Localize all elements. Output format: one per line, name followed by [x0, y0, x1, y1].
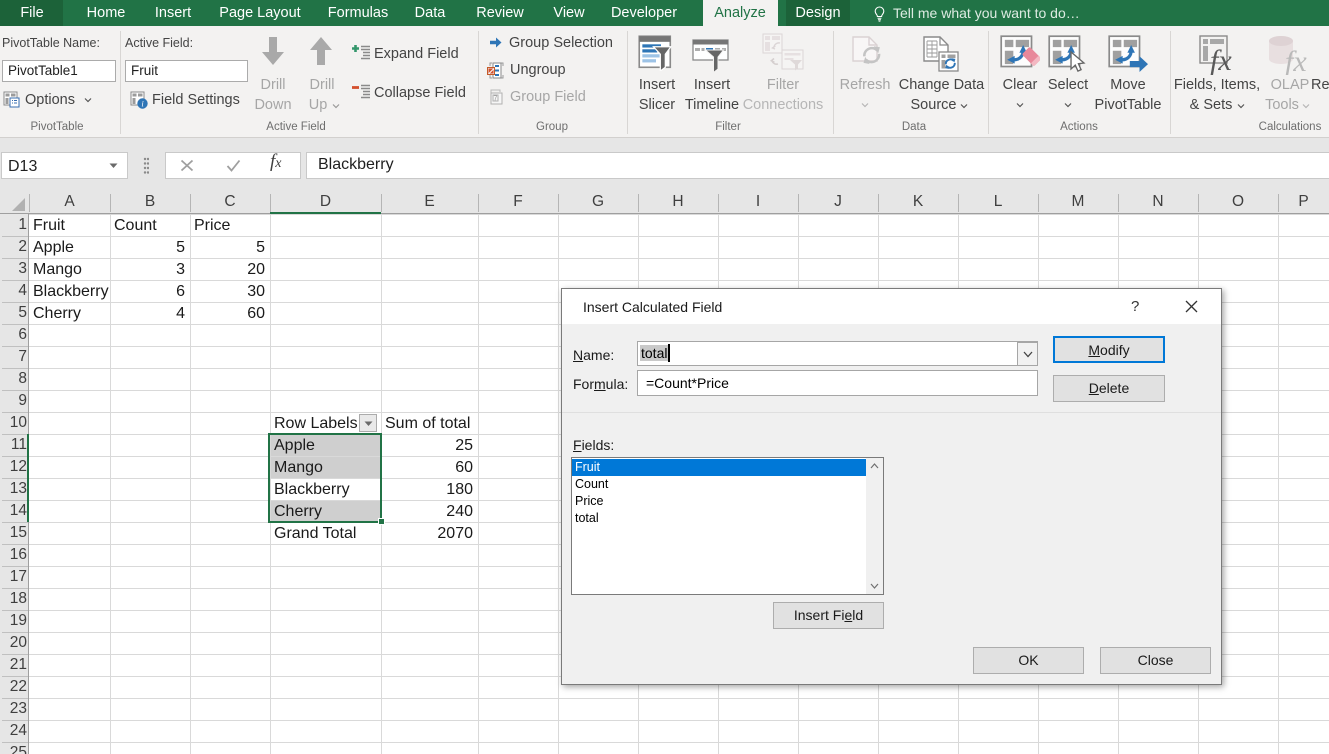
svg-text:fx: fx — [1285, 45, 1307, 75]
svg-text:7: 7 — [494, 96, 498, 103]
svg-text:fx: fx — [1210, 44, 1232, 75]
